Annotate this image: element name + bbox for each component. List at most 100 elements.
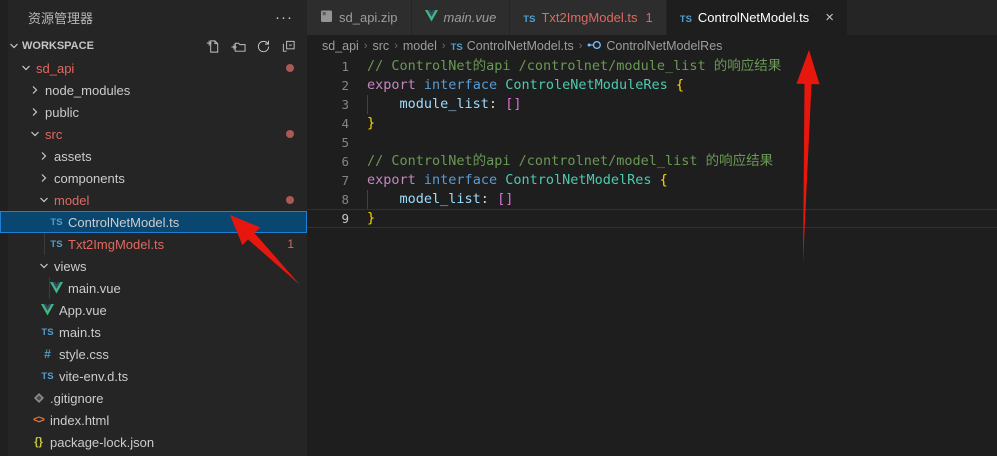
line-number: 3 <box>307 95 349 114</box>
breadcrumb-item-controlnetmodelres[interactable]: ControlNetModelRes <box>587 39 722 54</box>
file-tree: sd_api node_modules public src assets co… <box>0 57 307 456</box>
tree-item-label: node_modules <box>45 83 130 98</box>
tree-item-controlnetmodel-ts[interactable]: TS ControlNetModel.ts <box>0 211 307 233</box>
code-line-8: 8 model_list: [] <box>307 190 997 209</box>
tree-item-package-lock-json[interactable]: {} package-lock.json <box>0 431 307 453</box>
tab-label: main.vue <box>444 10 497 25</box>
tree-item-label: App.vue <box>59 303 107 318</box>
tree-item-label: Txt2ImgModel.ts <box>68 237 164 252</box>
tab-label: ControlNetModel.ts <box>698 10 809 25</box>
tree-item-main-ts[interactable]: TS main.ts <box>0 321 307 343</box>
tree-item-vite-env-d-ts[interactable]: TS vite-env.d.ts <box>0 365 307 387</box>
tree-item-label: src <box>45 127 62 142</box>
code-line-6: 6 // ControlNet的api /controlnet/model_lis… <box>307 152 997 171</box>
code-line-9: 9} <box>307 209 997 228</box>
tree-item-node-modules[interactable]: node_modules <box>0 79 307 101</box>
tree-item-gitignore[interactable]: .gitignore <box>0 387 307 409</box>
interface-icon <box>587 39 602 54</box>
ts-icon: TS <box>523 10 535 25</box>
chevron-down-icon <box>36 195 52 205</box>
tree-item-components[interactable]: components <box>0 167 307 189</box>
tree-item-sd-api[interactable]: sd_api <box>0 57 307 79</box>
breadcrumb-item-src[interactable]: src <box>373 39 390 53</box>
tree-item-label: sd_api <box>36 61 74 76</box>
breadcrumb-label: ControlNetModel.ts <box>467 39 574 53</box>
tab-bar: sd_api.zip main.vue TS Txt2ImgModel.ts 1… <box>307 0 997 35</box>
tab-controlnetmodel-ts[interactable]: TS ControlNetModel.ts × <box>667 0 847 35</box>
tree-item-label: index.html <box>50 413 109 428</box>
refresh-icon[interactable] <box>255 38 271 54</box>
breadcrumb-label: model <box>403 39 437 53</box>
tree-item-src[interactable]: src <box>0 123 307 145</box>
problem-count-badge: 1 <box>646 10 653 25</box>
json-icon: {} <box>29 436 48 448</box>
breadcrumb-separator: › <box>364 40 368 52</box>
line-number: 2 <box>307 76 349 95</box>
tree-item-label: assets <box>54 149 92 164</box>
problem-count-badge: 1 <box>287 237 294 251</box>
code-text: } <box>367 114 375 133</box>
code-line-5: 5 <box>307 133 997 152</box>
tree-item-app-vue[interactable]: App.vue <box>0 299 307 321</box>
tree-item-assets[interactable]: assets <box>0 145 307 167</box>
tab-label: sd_api.zip <box>339 10 398 25</box>
explorer-header: 资源管理器 ··· <box>0 0 307 35</box>
code-editor[interactable]: 1// ControlNet的api /controlnet/module_li… <box>307 57 997 456</box>
css-icon: # <box>38 347 57 361</box>
git-icon <box>29 392 48 404</box>
line-number: 5 <box>307 133 349 152</box>
tab-sd-api-zip[interactable]: sd_api.zip <box>307 0 411 35</box>
line-number: 6 <box>307 152 349 171</box>
code-text: export interface ControleNetModuleRes { <box>367 76 684 95</box>
tree-item-main-vue[interactable]: main.vue <box>0 277 307 299</box>
chevron-right-icon <box>27 85 43 95</box>
tree-item-label: components <box>54 171 125 186</box>
ts-icon: TS <box>47 217 66 228</box>
modified-dot-badge <box>286 64 294 72</box>
breadcrumb-separator: › <box>579 40 583 52</box>
line-number: 9 <box>307 209 349 228</box>
vue-icon <box>38 304 57 316</box>
tab-main-vue[interactable]: main.vue <box>412 0 510 35</box>
tree-item-label: style.css <box>59 347 109 362</box>
breadcrumb-item-sd-api[interactable]: sd_api <box>322 39 359 53</box>
tree-item-views[interactable]: views <box>0 255 307 277</box>
line-number: 1 <box>307 57 349 76</box>
breadcrumb-label: sd_api <box>322 39 359 53</box>
more-actions-icon[interactable]: ··· <box>275 9 293 26</box>
breadcrumb-item-controlnetmodel-ts[interactable]: TS ControlNetModel.ts <box>451 39 574 53</box>
tab-txt2imgmodel-ts[interactable]: TS Txt2ImgModel.ts 1 <box>510 0 665 35</box>
explorer-title: 资源管理器 <box>28 8 93 27</box>
collapse-all-icon[interactable] <box>280 38 296 54</box>
vue-icon <box>425 10 438 25</box>
new-file-icon[interactable] <box>205 38 221 54</box>
ts-icon: TS <box>451 39 463 53</box>
tree-item-index-html[interactable]: <> index.html <box>0 409 307 431</box>
chevron-right-icon <box>36 173 52 183</box>
modified-dot-badge <box>286 196 294 204</box>
tree-item-txt2imgmodel-ts[interactable]: TS Txt2ImgModel.ts 1 <box>0 233 307 255</box>
code-line-3: 3 module_list: [] <box>307 95 997 114</box>
html-icon: <> <box>29 414 48 426</box>
breadcrumb-label: ControlNetModelRes <box>606 39 722 53</box>
tree-item-style-css[interactable]: # style.css <box>0 343 307 365</box>
ts-icon: TS <box>38 371 57 382</box>
code-line-2: 2 export interface ControleNetModuleRes { <box>307 76 997 95</box>
chevron-down-icon <box>36 261 52 271</box>
tree-item-public[interactable]: public <box>0 101 307 123</box>
modified-dot-badge <box>286 130 294 138</box>
explorer-sidebar: 资源管理器 ··· WORKSPACE sd_api node_modules … <box>0 0 307 456</box>
workspace-label: WORKSPACE <box>22 40 94 52</box>
vue-icon <box>47 282 66 294</box>
breadcrumb-item-model[interactable]: model <box>403 39 437 53</box>
tree-item-label: public <box>45 105 79 120</box>
close-icon[interactable]: × <box>825 10 834 25</box>
chevron-down-icon <box>18 63 34 73</box>
new-folder-icon[interactable] <box>230 38 246 54</box>
tree-item-label: package-lock.json <box>50 435 154 450</box>
line-number: 7 <box>307 171 349 190</box>
tree-item-label: main.ts <box>59 325 101 340</box>
tree-item-model[interactable]: model <box>0 189 307 211</box>
code-text: // ControlNet的api /controlnet/model_list… <box>367 152 773 171</box>
workspace-section-header[interactable]: WORKSPACE <box>0 35 307 57</box>
